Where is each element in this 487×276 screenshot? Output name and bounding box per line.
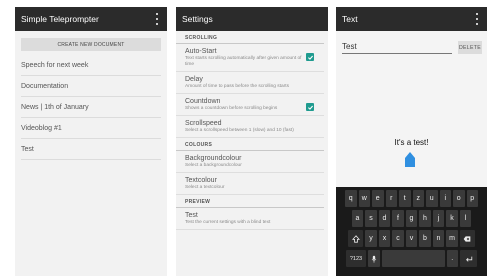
backspace-icon	[463, 235, 471, 242]
key-y[interactable]: y	[365, 230, 377, 247]
check-icon	[307, 105, 313, 110]
text-editor-screen: Text DELETE It's a test! q w e r t z u i…	[336, 7, 487, 276]
keyboard-row-2: a s d f g h j k l	[337, 210, 486, 227]
settings-title: Settings	[182, 14, 213, 24]
documents-screen: Simple Teleprompter CREATE NEW DOCUMENT …	[15, 7, 167, 276]
key-m[interactable]: m	[446, 230, 458, 247]
voice-input-key[interactable]	[368, 250, 380, 267]
space-key[interactable]	[381, 250, 445, 267]
keyboard-row-4: ?123 .	[337, 250, 486, 267]
key-j[interactable]: j	[432, 210, 445, 227]
key-z[interactable]: z	[412, 190, 424, 207]
setting-textcolour[interactable]: Textcolour Select a textcolour	[176, 173, 324, 195]
key-h[interactable]: h	[419, 210, 431, 227]
settings-screen: Settings SCROLLING Auto-Start Text start…	[176, 7, 328, 276]
text-input-row: DELETE	[336, 31, 487, 54]
editor-title: Text	[342, 14, 358, 24]
screenshot-collage: Simple Teleprompter CREATE NEW DOCUMENT …	[0, 0, 487, 276]
keyboard-row-3: y x c v b n m	[337, 230, 486, 247]
create-document-button[interactable]: CREATE NEW DOCUMENT	[21, 38, 161, 51]
backspace-key[interactable]	[459, 230, 475, 247]
microphone-icon	[371, 255, 377, 263]
document-list: Speech for next week Documentation News …	[15, 55, 167, 160]
setting-title: Test	[185, 212, 198, 219]
setting-delay[interactable]: Delay Amount of time to pass before the …	[176, 72, 324, 94]
key-l[interactable]: l	[459, 210, 472, 227]
app-bar: Simple Teleprompter	[15, 7, 167, 31]
key-s[interactable]: s	[365, 210, 377, 227]
auto-start-checkbox[interactable]	[306, 53, 314, 61]
setting-auto-start[interactable]: Auto-Start Text starts scrolling automat…	[176, 44, 324, 72]
key-g[interactable]: g	[405, 210, 418, 227]
key-r[interactable]: r	[385, 190, 397, 207]
setting-scrollspeed[interactable]: Scrollspeed Select a scrollspeed between…	[176, 116, 324, 138]
setting-description: Select a backgroundcolour	[185, 163, 242, 168]
key-o[interactable]: o	[453, 190, 465, 207]
setting-description: Test the current settings with a blind t…	[185, 220, 271, 225]
delete-button[interactable]: DELETE	[458, 41, 482, 54]
key-f[interactable]: f	[392, 210, 404, 227]
setting-description: Text starts scrolling automatically afte…	[185, 56, 302, 67]
text-cursor-handle-icon[interactable]	[404, 152, 416, 168]
key-n[interactable]: n	[432, 230, 445, 247]
document-item[interactable]: Test	[21, 139, 161, 160]
key-v[interactable]: v	[405, 230, 418, 247]
document-name-input[interactable]	[342, 40, 452, 54]
section-header-scrolling: SCROLLING	[176, 31, 324, 44]
overflow-menu-icon[interactable]	[475, 13, 479, 25]
setting-description: Shows a countdown before scrolling begin…	[185, 106, 278, 111]
soft-keyboard: q w e r t z u i o p a s d f g h j k l y …	[336, 187, 487, 276]
key-e[interactable]: e	[372, 190, 384, 207]
overflow-menu-icon[interactable]	[155, 13, 159, 25]
key-k[interactable]: k	[446, 210, 458, 227]
document-item[interactable]: Speech for next week	[21, 55, 161, 76]
key-b[interactable]: b	[419, 230, 431, 247]
section-header-preview: PREVIEW	[176, 195, 324, 208]
document-item[interactable]: Videoblog #1	[21, 118, 161, 139]
key-p[interactable]: p	[466, 190, 478, 207]
setting-title: Scrollspeed	[185, 120, 222, 127]
setting-title: Backgroundcolour	[185, 155, 242, 162]
period-key[interactable]: .	[446, 250, 458, 267]
setting-description: Amount of time to pass before the scroll…	[185, 84, 289, 89]
keyboard-row-1: q w e r t z u i o p	[337, 190, 486, 207]
setting-backgroundcolour[interactable]: Backgroundcolour Select a backgroundcolo…	[176, 151, 324, 173]
preview-text: It's a test!	[394, 138, 429, 147]
key-t[interactable]: t	[399, 190, 411, 207]
shift-icon	[351, 234, 360, 243]
countdown-checkbox[interactable]	[306, 103, 314, 111]
key-d[interactable]: d	[378, 210, 391, 227]
app-bar: Settings	[176, 7, 328, 31]
key-u[interactable]: u	[426, 190, 438, 207]
setting-title: Textcolour	[185, 177, 217, 184]
key-x[interactable]: x	[378, 230, 391, 247]
setting-description: Select a textcolour	[185, 185, 225, 190]
app-title: Simple Teleprompter	[21, 14, 99, 24]
key-c[interactable]: c	[392, 230, 404, 247]
enter-icon	[465, 256, 472, 262]
app-bar: Text	[336, 7, 487, 31]
key-w[interactable]: w	[358, 190, 370, 207]
setting-countdown[interactable]: Countdown Shows a countdown before scrol…	[176, 94, 324, 116]
shift-key[interactable]	[348, 230, 364, 247]
enter-key[interactable]	[460, 250, 477, 267]
setting-description: Select a scrollspeed between 1 (slow) an…	[185, 128, 294, 133]
setting-test[interactable]: Test Test the current settings with a bl…	[176, 208, 324, 230]
numbers-key[interactable]: ?123	[346, 250, 366, 267]
section-header-colours: COLOURS	[176, 138, 324, 151]
setting-title: Countdown	[185, 98, 221, 105]
check-icon	[307, 55, 313, 60]
key-q[interactable]: q	[345, 190, 357, 207]
key-a[interactable]: a	[351, 210, 364, 227]
setting-title: Delay	[185, 76, 203, 83]
key-i[interactable]: i	[439, 190, 451, 207]
document-item[interactable]: News | 1th of January	[21, 97, 161, 118]
document-item[interactable]: Documentation	[21, 76, 161, 97]
setting-title: Auto-Start	[185, 48, 217, 55]
